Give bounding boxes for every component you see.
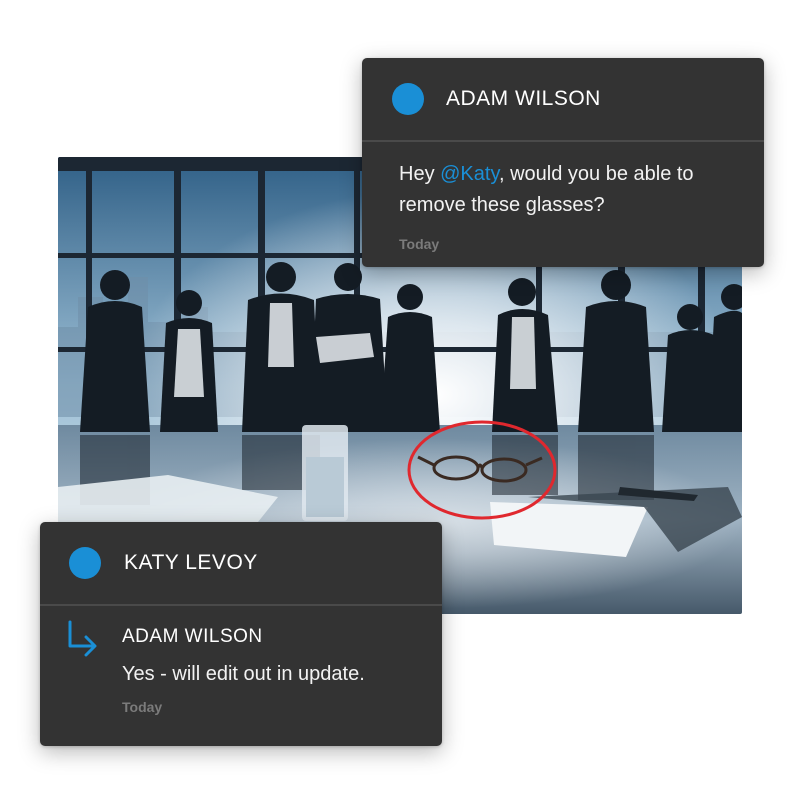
- avatar[interactable]: [69, 547, 101, 579]
- comment-author: ADAM WILSON: [446, 87, 601, 110]
- comment-author: KATY LEVOY: [124, 551, 258, 574]
- comment-header: ADAM WILSON: [362, 58, 764, 142]
- comment-header: KATY LEVOY: [40, 522, 442, 606]
- reply-author: ADAM WILSON: [122, 626, 263, 647]
- comment-card-adam-wilson[interactable]: ADAM WILSON Hey @Katy, would you be able…: [362, 58, 764, 267]
- message-text-start: Hey: [399, 163, 441, 185]
- mention-link[interactable]: @Katy: [440, 163, 499, 185]
- comment-timestamp: Today: [399, 236, 440, 252]
- reply-message: Yes - will edit out in update.: [122, 663, 365, 685]
- avatar[interactable]: [392, 83, 424, 115]
- comment-card-katy-levoy[interactable]: KATY LEVOY ADAM WILSON Yes - will edit o…: [40, 522, 442, 746]
- reply-timestamp: Today: [122, 699, 163, 715]
- comment-message: Hey @Katy, would you be able to remove t…: [399, 159, 739, 221]
- reply-arrow-icon: [68, 620, 97, 657]
